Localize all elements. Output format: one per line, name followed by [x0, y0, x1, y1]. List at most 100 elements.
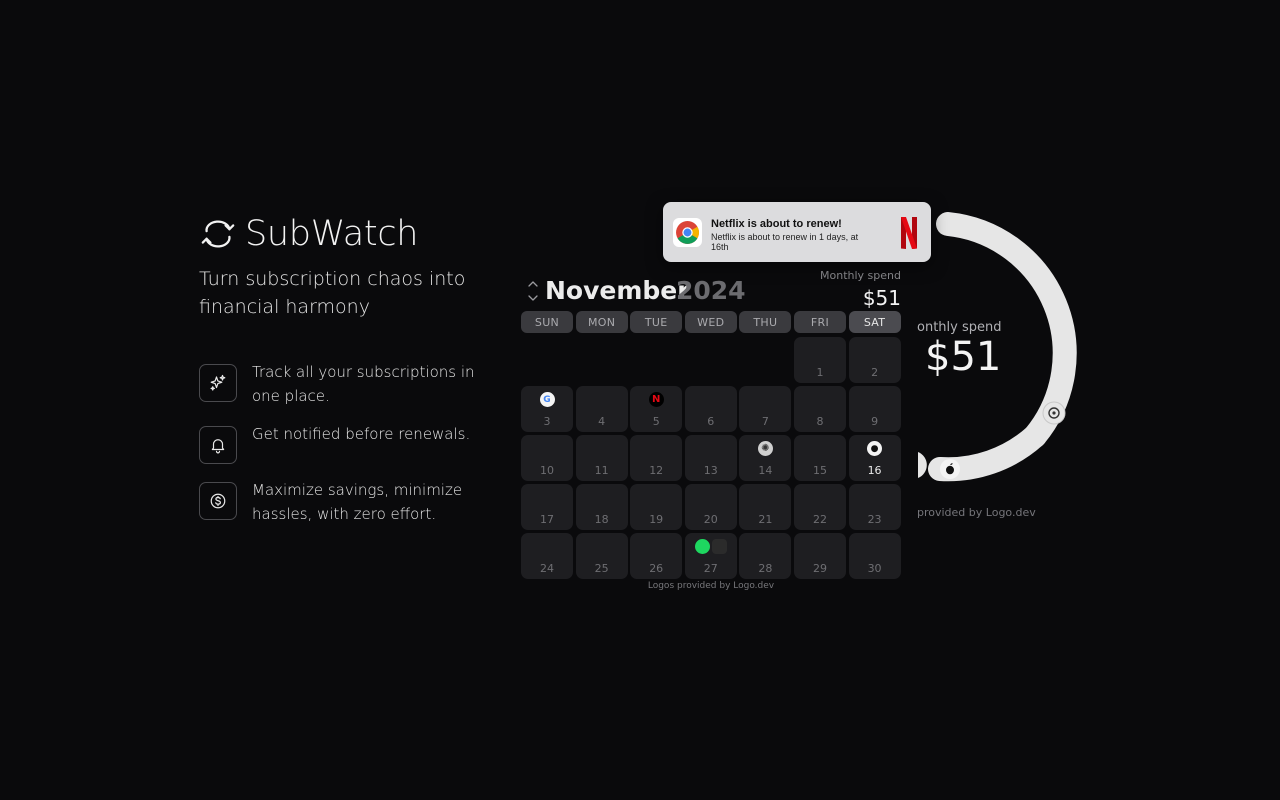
day-number: 15 [812, 464, 827, 477]
apple-icon: ● [867, 441, 883, 456]
calendar-day-5[interactable]: N5 [630, 386, 683, 432]
tagline: Turn subscription chaos into financial h… [199, 268, 466, 318]
day-number: 16 [867, 464, 882, 477]
calendar-day-24[interactable]: 24 [521, 533, 573, 579]
openai-icon [1042, 401, 1066, 425]
calendar-day-1[interactable]: 1 [793, 337, 846, 383]
weekday-row: SUN MON TUE WED THU FRI SAT [521, 311, 901, 333]
day-number: 20 [703, 513, 718, 526]
calendar-day-6[interactable]: 6 [684, 386, 737, 432]
day-number: 17 [540, 513, 554, 526]
calendar-day-17[interactable]: 17 [521, 484, 573, 530]
netflix-icon: N [648, 392, 664, 407]
calendar-day-14[interactable]: ✺ 14 [739, 435, 792, 481]
calendar-day-16[interactable]: ● 16 [848, 435, 901, 481]
calendar-empty-cell [739, 337, 791, 383]
calendar-day-7[interactable]: 7 [739, 386, 792, 432]
weekday-thu: THU [739, 311, 792, 333]
day-number: 23 [867, 513, 882, 526]
feature-icon-box [199, 426, 237, 464]
calendar-day-18[interactable]: 18 [575, 484, 628, 530]
figma-icon [711, 539, 727, 554]
day-number: 30 [867, 562, 882, 575]
bell-icon [211, 439, 225, 454]
month-switch-icon[interactable] [527, 278, 539, 304]
day-number: 24 [540, 562, 554, 575]
calendar-day-3[interactable]: G3 [521, 386, 573, 432]
feature-text: Get notified before renewals. [252, 425, 471, 443]
brand: SubWatch [199, 214, 418, 254]
day-number: 14 [758, 464, 773, 477]
calendar-day-22[interactable]: 22 [793, 484, 846, 530]
calendar-day-11[interactable]: 11 [575, 435, 628, 481]
day-number: 26 [649, 562, 664, 575]
calendar-day-28[interactable]: 28 [739, 533, 792, 579]
calendar-day-23[interactable]: 23 [848, 484, 901, 530]
day-number: 21 [758, 513, 773, 526]
calendar-days: 1 2 G 3 4 N 5 6 7 8 9 10 11 12 13 ✺ 14 15 ● 16 17 18 19 20 21 22 2… [521, 337, 901, 579]
day-number: 25 [594, 562, 609, 575]
calendar-month: November [545, 276, 690, 305]
calendar-day-9[interactable]: 9 [848, 386, 901, 432]
monthly-spend-label: Monthly spend [820, 269, 901, 282]
calendar-day-19[interactable]: 19 [630, 484, 683, 530]
brand-name: SubWatch [245, 214, 419, 254]
renewal-logos: ✺ [739, 441, 791, 456]
calendar-day-10[interactable]: 10 [521, 435, 573, 481]
calendar-day-26[interactable]: 26 [630, 533, 683, 579]
calendar-empty-cell [630, 337, 682, 383]
monthly-spend-value: $51 [862, 286, 901, 310]
calendar-day-8[interactable]: 8 [793, 386, 846, 432]
feature-text: Maximize savings, minimize hassles, with… [252, 481, 463, 523]
calendar-day-13[interactable]: 13 [684, 435, 737, 481]
feature-item: Track all your subscriptions in one plac… [199, 360, 499, 408]
calendar-header: November 2024 Monthly spend $51 [527, 269, 901, 310]
day-number: 1 [816, 366, 824, 379]
ring-spend-value: $51 [925, 334, 1002, 380]
day-number: 28 [758, 562, 773, 575]
feature-icon-box [199, 482, 237, 520]
ring-logo-credit: provided by Logo.dev [917, 506, 1036, 519]
renewal-logos [685, 539, 737, 554]
renewal-logos: G [521, 392, 573, 407]
weekday-sun: SUN [521, 311, 573, 333]
sparkles-icon [210, 374, 226, 391]
weekday-wed: WED [684, 311, 737, 333]
calendar-day-20[interactable]: 20 [684, 484, 737, 530]
day-number: 3 [543, 415, 551, 428]
sync-icon [201, 220, 235, 248]
calendar-day-25[interactable]: 25 [575, 533, 628, 579]
weekday-tue: TUE [630, 311, 683, 333]
calendar-day-27[interactable]: 27 [684, 533, 737, 579]
weekday-sat: SAT [848, 311, 901, 333]
calendar-day-2[interactable]: 2 [848, 337, 901, 383]
calendar-day-21[interactable]: 21 [739, 484, 792, 530]
day-number: 8 [816, 415, 824, 428]
day-number: 9 [871, 415, 879, 428]
chrome-icon [676, 221, 699, 244]
netflix-icon [901, 217, 917, 249]
day-number: 27 [703, 562, 718, 575]
day-number: 19 [649, 513, 664, 526]
renewal-logos: N [630, 392, 682, 407]
renewal-notification[interactable]: Netflix is about to renew! Netflix is ab… [663, 202, 931, 262]
calendar-day-15[interactable]: 15 [793, 435, 846, 481]
openai-icon: ✺ [757, 441, 773, 456]
ring-spend-label: onthly spend [917, 320, 1002, 335]
feature-text: Track all your subscriptions in one plac… [252, 363, 475, 405]
calendar-empty-cell [576, 337, 628, 383]
calendar-day-30[interactable]: 30 [848, 533, 901, 579]
calendar-day-29[interactable]: 29 [793, 533, 846, 579]
calendar-grid: SUN MON TUE WED THU FRI SAT 12G34N567891… [521, 311, 901, 579]
calendar-year: 2024 [676, 276, 746, 305]
weekday-mon: MON [575, 311, 628, 333]
day-number: 12 [649, 464, 664, 477]
calendar-day-12[interactable]: 12 [630, 435, 683, 481]
day-number: 6 [707, 415, 715, 428]
calendar-empty-cell [521, 337, 573, 383]
day-number: 11 [594, 464, 609, 477]
calendar-day-4[interactable]: 4 [575, 386, 628, 432]
notification-body: Netflix is about to renew in 1 days, at … [711, 232, 859, 252]
day-number: 13 [703, 464, 718, 477]
feature-list: Track all your subscriptions in one plac… [199, 360, 499, 540]
